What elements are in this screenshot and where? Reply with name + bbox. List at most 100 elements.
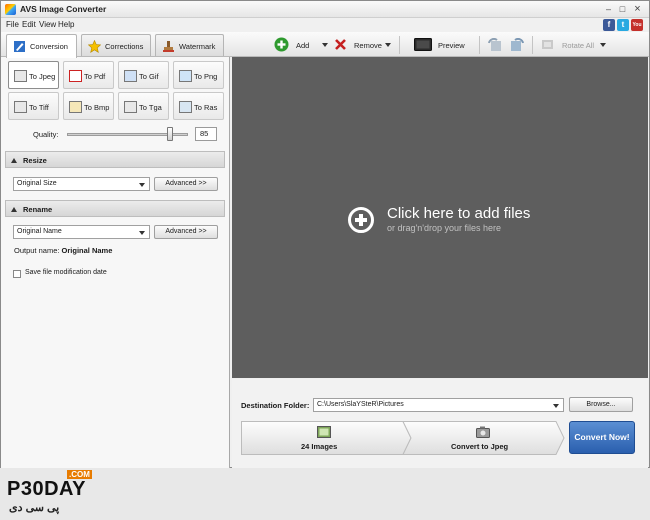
format-to-png-button[interactable]: To Png xyxy=(173,61,224,89)
rotate-all-button[interactable]: Rotate All xyxy=(541,35,607,55)
twitter-icon[interactable]: t xyxy=(617,19,629,31)
output-panel: Destination Folder: C:\Users\SlaYSteR\Pi… xyxy=(232,379,648,468)
add-files-dropzone[interactable]: Click here to add files or drag'n'drop y… xyxy=(232,57,648,378)
menu-view[interactable]: View xyxy=(39,20,56,29)
convert-now-button[interactable]: Convert Now! xyxy=(569,421,635,454)
tab-watermark[interactable]: Watermark xyxy=(155,34,224,56)
menu-help[interactable]: Help xyxy=(58,20,74,29)
ras-image-icon xyxy=(179,101,192,113)
images-icon xyxy=(317,426,331,438)
save-date-label: Save file modification date xyxy=(25,269,107,276)
dropzone-main-text: Click here to add files xyxy=(387,205,531,222)
images-count: 24 Images xyxy=(301,442,338,451)
app-icon xyxy=(5,4,16,15)
rename-title: Rename xyxy=(23,205,53,214)
watermark-logo: .COM P30DAY پی سی دی xyxy=(7,470,117,520)
remove-x-icon xyxy=(335,39,346,50)
format-to-jpeg-button[interactable]: To Jpeg xyxy=(8,61,59,89)
format-to-tga-button[interactable]: To Tga xyxy=(118,92,169,120)
quality-label: Quality: xyxy=(33,130,59,139)
logo-main: P30DAY xyxy=(7,478,86,500)
rename-advanced-button[interactable]: Advanced >> xyxy=(154,225,218,239)
quality-slider-thumb[interactable] xyxy=(166,127,173,141)
format-label: To Tga xyxy=(139,103,162,112)
format-label: To Ras xyxy=(194,103,218,112)
convert-to-format: Convert to Jpeg xyxy=(451,442,509,451)
star-icon xyxy=(88,40,101,53)
toolbar: Conversion Corrections Watermark Add Rem… xyxy=(1,32,649,58)
monitor-icon xyxy=(414,38,432,51)
rename-select-value: Original Name xyxy=(17,228,62,235)
menu-bar: File Edit View Help xyxy=(1,18,649,32)
png-image-icon xyxy=(179,70,192,82)
output-name-value: Original Name xyxy=(61,246,113,255)
pen-icon xyxy=(14,41,25,52)
settings-panel: To Jpeg To Pdf To Gif To Png To Tiff To … xyxy=(1,57,230,514)
quality-input[interactable]: 85 xyxy=(195,127,217,141)
tab-conversion-label: Conversion xyxy=(30,42,68,51)
format-to-bmp-button[interactable]: To Bmp xyxy=(63,92,114,120)
menu-edit[interactable]: Edit xyxy=(22,20,36,29)
remove-button[interactable]: Remove xyxy=(334,35,392,55)
add-circle-icon xyxy=(274,37,289,52)
toolbar-separator xyxy=(532,36,533,54)
destination-label: Destination Folder: xyxy=(241,401,310,410)
resize-advanced-button[interactable]: Advanced >> xyxy=(154,177,218,191)
add-dropdown-caret[interactable] xyxy=(322,43,328,47)
format-label: To Bmp xyxy=(84,103,110,112)
format-label: To Jpeg xyxy=(29,72,56,81)
steps-arrow-shape xyxy=(241,421,565,455)
title-bar: AVS Image Converter – □ × xyxy=(1,1,649,18)
youtube-icon[interactable]: You xyxy=(631,19,643,31)
format-to-ras-button[interactable]: To Ras xyxy=(173,92,224,120)
format-to-pdf-button[interactable]: To Pdf xyxy=(63,61,114,89)
tab-corrections[interactable]: Corrections xyxy=(81,34,151,56)
toolbar-separator xyxy=(399,36,400,54)
format-label: To Gif xyxy=(139,72,159,81)
chevron-down-icon xyxy=(553,404,559,408)
toolbar-separator xyxy=(479,36,480,54)
rotate-left-icon[interactable] xyxy=(488,38,503,52)
destination-folder-select[interactable]: C:\Users\SlaYSteR\Pictures xyxy=(313,398,564,412)
rename-section-header[interactable]: Rename xyxy=(5,200,225,217)
tab-conversion[interactable]: Conversion xyxy=(6,34,77,58)
bmp-image-icon xyxy=(69,101,82,113)
preview-button[interactable]: Preview xyxy=(414,35,468,55)
format-label: To Pdf xyxy=(84,72,106,81)
tab-corrections-label: Corrections xyxy=(105,42,144,51)
facebook-icon[interactable]: f xyxy=(603,19,615,31)
rename-select[interactable]: Original Name xyxy=(13,225,150,239)
rotate-all-dropdown-caret[interactable] xyxy=(600,43,606,47)
remove-label: Remove xyxy=(354,41,382,50)
output-name: Output name: Original Name xyxy=(14,246,112,255)
save-date-checkbox[interactable] xyxy=(13,270,21,278)
window-title: AVS Image Converter xyxy=(20,4,107,14)
rotate-right-icon[interactable] xyxy=(509,38,524,52)
browse-button[interactable]: Browse... xyxy=(569,397,633,412)
resize-select-value: Original Size xyxy=(17,180,57,187)
camera-icon xyxy=(476,426,490,438)
pdf-icon xyxy=(69,70,82,82)
resize-section-header[interactable]: Resize xyxy=(5,151,225,168)
rotate-all-label: Rotate All xyxy=(562,41,595,50)
conversion-steps: 24 Images Convert to Jpeg xyxy=(241,421,565,455)
menu-file[interactable]: File xyxy=(6,20,19,29)
add-button[interactable]: Add xyxy=(274,35,330,55)
format-to-tiff-button[interactable]: To Tiff xyxy=(8,92,59,120)
format-to-gif-button[interactable]: To Gif xyxy=(118,61,169,89)
maximize-button[interactable]: □ xyxy=(617,4,628,15)
chevron-down-icon xyxy=(139,231,145,235)
tiff-image-icon xyxy=(14,101,27,113)
minimize-button[interactable]: – xyxy=(603,4,614,15)
rotate-all-icon xyxy=(542,40,553,49)
resize-select[interactable]: Original Size xyxy=(13,177,150,191)
collapse-arrow-icon xyxy=(11,207,17,212)
tga-image-icon xyxy=(124,101,137,113)
close-button[interactable]: × xyxy=(632,4,643,15)
app-window: AVS Image Converter – □ × File Edit View… xyxy=(0,0,650,514)
destination-path: C:\Users\SlaYSteR\Pictures xyxy=(317,401,404,408)
dropzone-sub-text: or drag'n'drop your files here xyxy=(387,223,501,233)
add-label: Add xyxy=(296,41,310,50)
remove-dropdown-caret[interactable] xyxy=(385,43,391,47)
stamp-icon xyxy=(163,41,174,52)
